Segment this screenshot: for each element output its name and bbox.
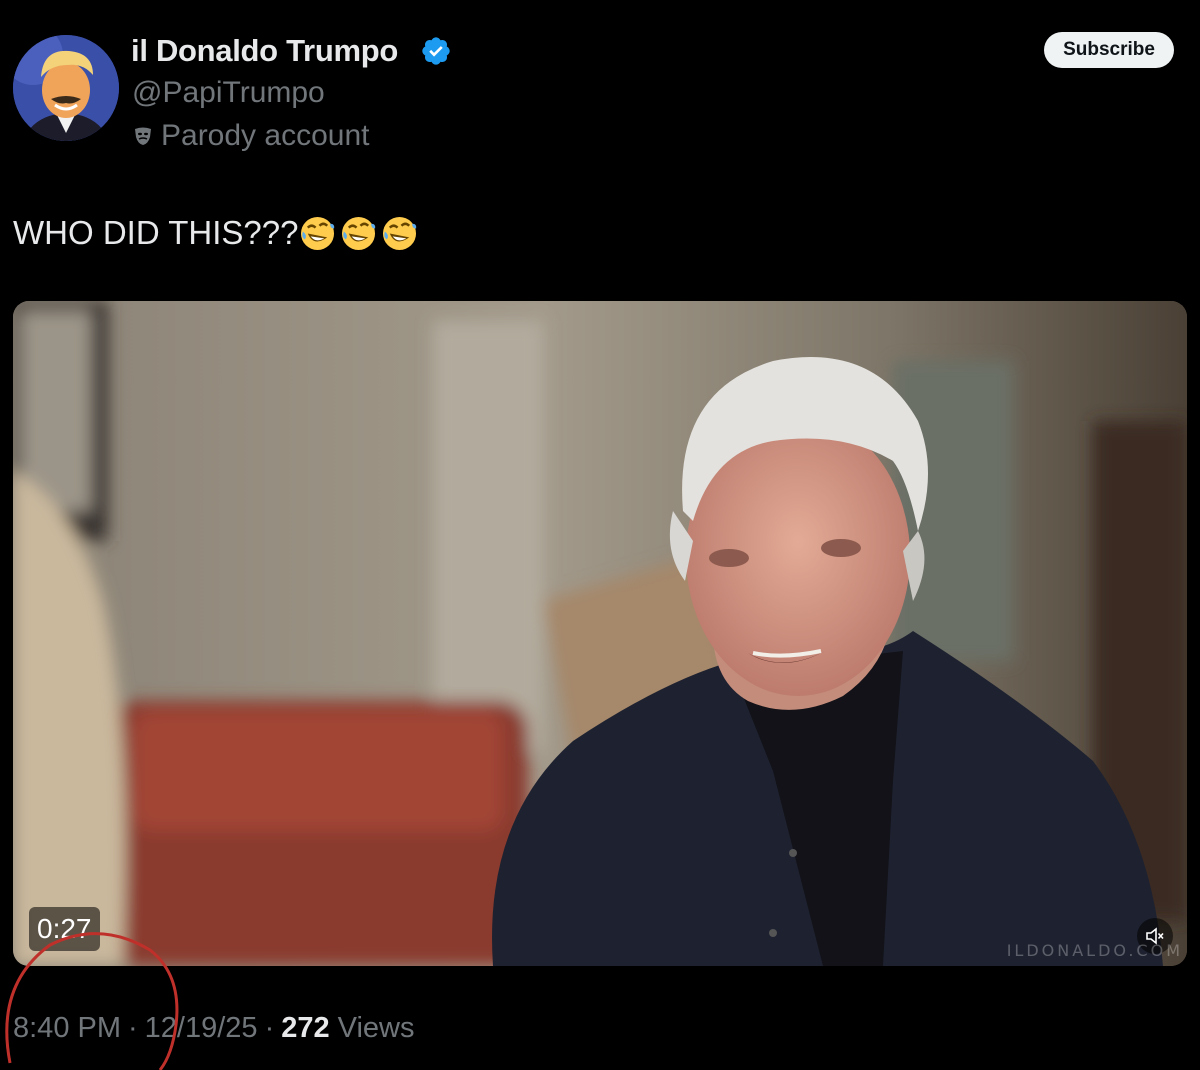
video-player[interactable]: 0:27 ILDONALDO.COM (13, 301, 1187, 966)
avatar[interactable] (13, 35, 119, 141)
parody-label-row: Parody account (133, 118, 369, 154)
tweet-date[interactable]: 12/19/25 (145, 1012, 258, 1045)
video-duration: 0:27 (29, 907, 100, 951)
video-frame (13, 301, 1187, 966)
tweet-text: WHO DID THIS??? (13, 214, 417, 252)
subscribe-button[interactable]: Subscribe (1044, 32, 1174, 68)
views-label: Views (337, 1012, 415, 1044)
meta-separator: · (128, 1012, 138, 1044)
parody-account-label: Parody account (161, 119, 370, 152)
verified-badge-icon (422, 37, 450, 65)
avatar-image (13, 35, 119, 141)
meta-separator: · (264, 1012, 275, 1044)
tweet-meta: 8:40 PM · 12/19/25 · 272 Views (13, 1012, 414, 1045)
tweet-text-content: WHO DID THIS??? (13, 214, 299, 251)
tweet-time[interactable]: 8:40 PM (13, 1012, 121, 1045)
rolling-on-floor-laughing-emoji (342, 216, 376, 250)
theater-masks-icon (135, 127, 151, 145)
display-name[interactable]: il Donaldo Trumpo (131, 33, 398, 69)
rolling-on-floor-laughing-emoji (383, 216, 417, 250)
user-handle[interactable]: @PapiTrumpo (132, 76, 325, 110)
video-watermark: ILDONALDO.COM (1006, 941, 1183, 960)
rolling-on-floor-laughing-emoji (301, 216, 335, 250)
views-count[interactable]: 272 (281, 1012, 329, 1045)
